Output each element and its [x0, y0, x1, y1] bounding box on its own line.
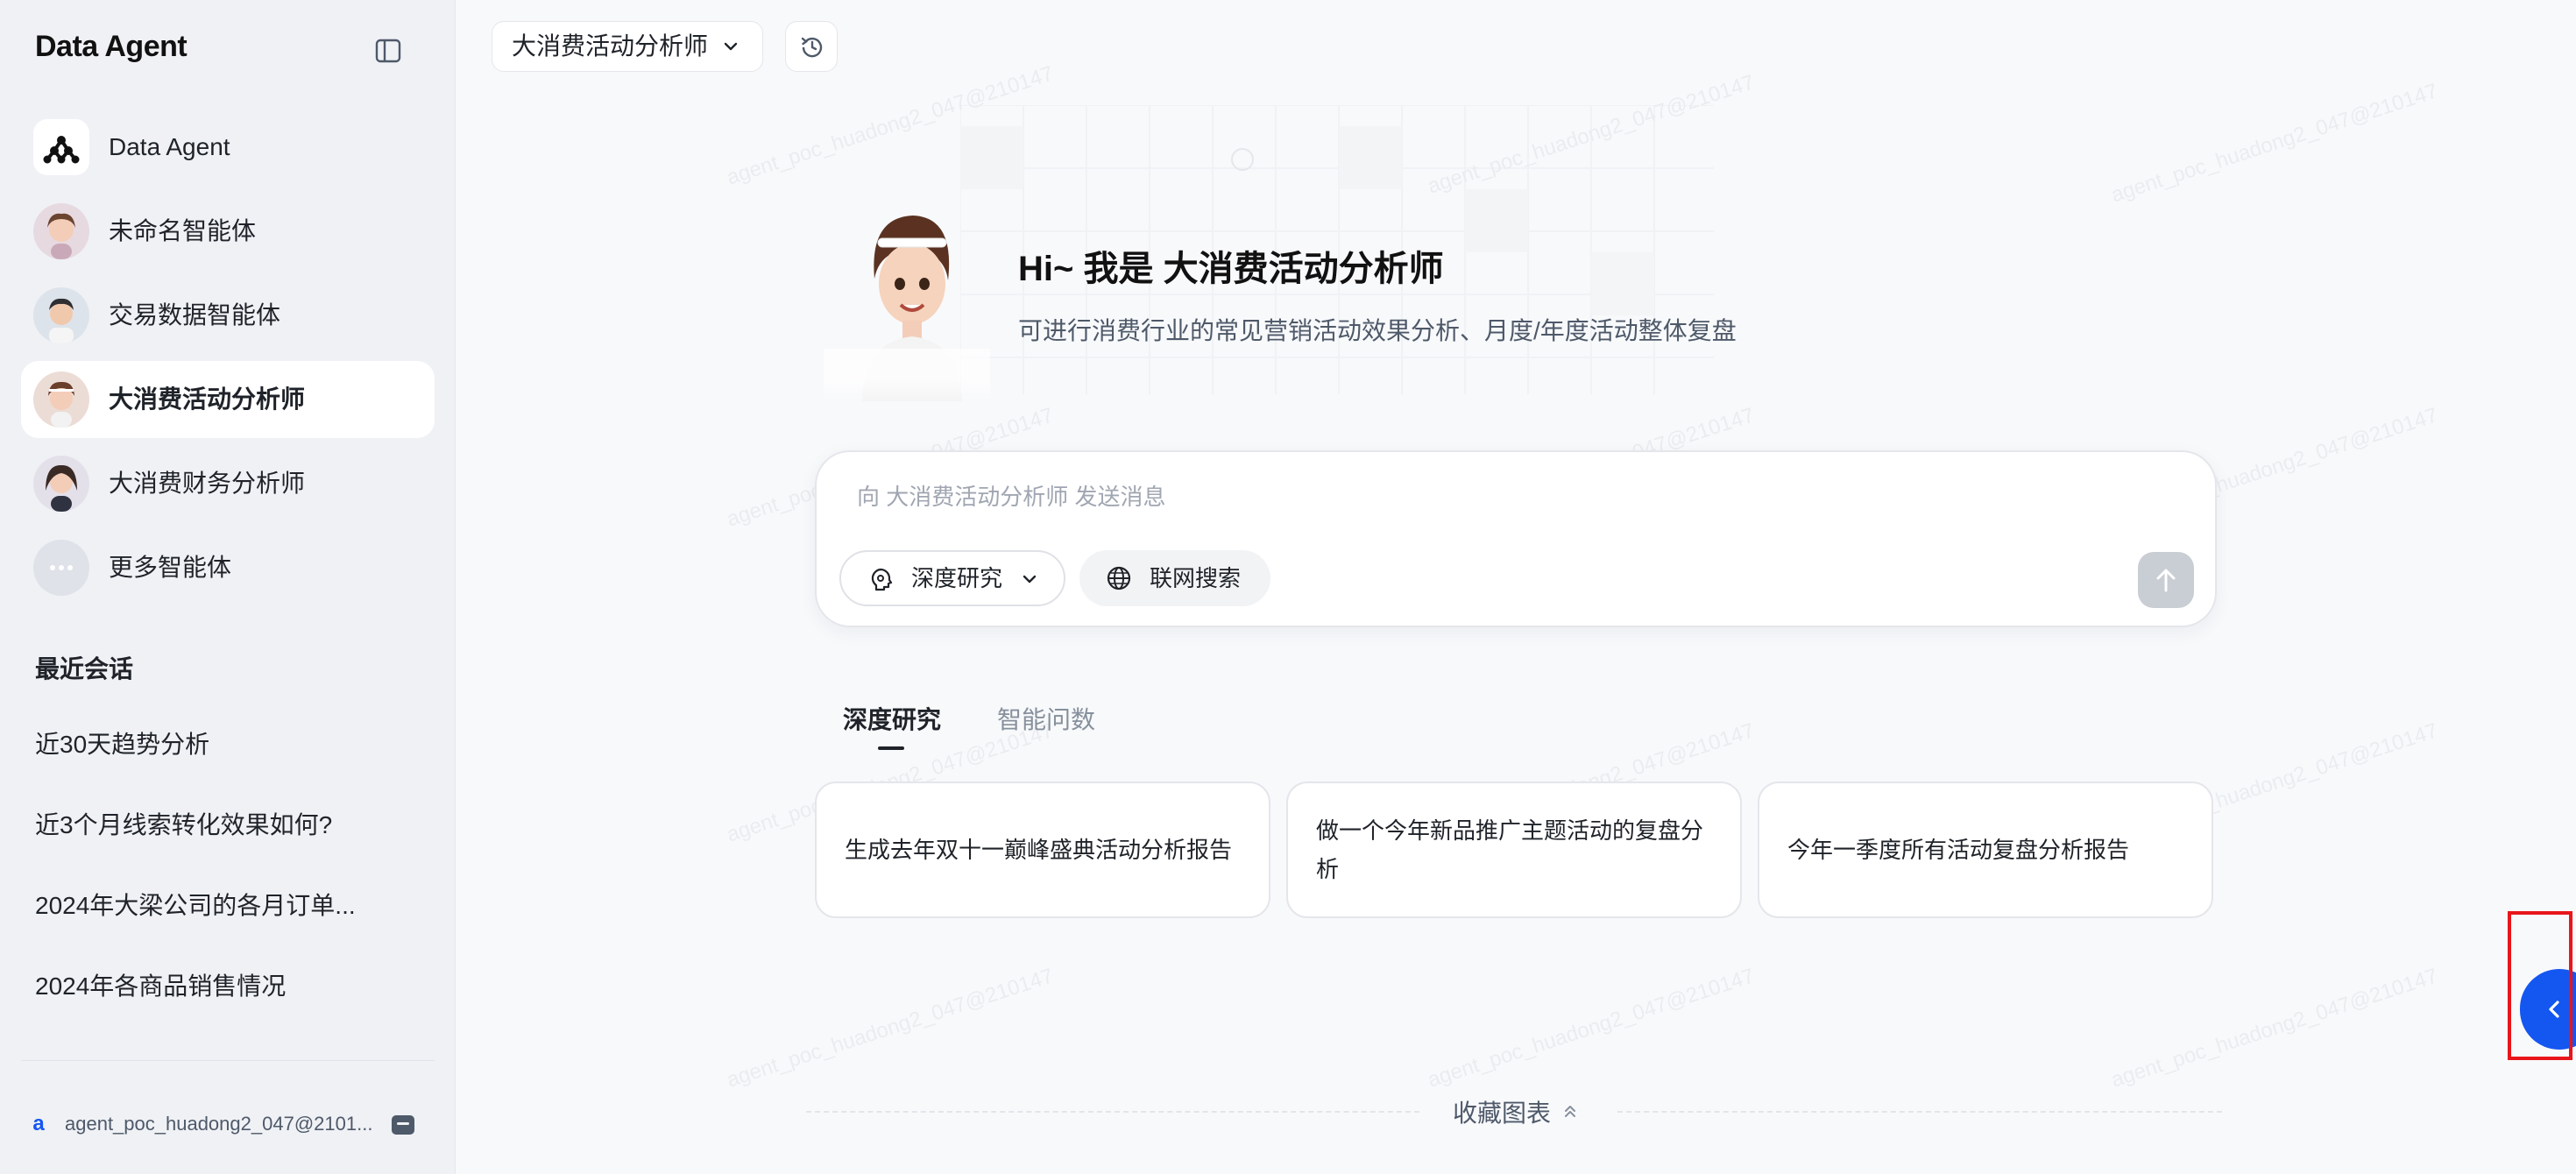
agent-label: Data Agent — [109, 133, 230, 160]
agent-selector-dropdown[interactable]: 大消费活动分析师 — [492, 21, 763, 72]
deep-research-toggle[interactable]: 深度研究 — [839, 550, 1065, 606]
watermark: agent_poc_huadong2_047@210147 — [2108, 79, 2441, 208]
agent-item-data-agent[interactable]: Data Agent — [21, 109, 435, 186]
agent-item-more[interactable]: 更多智能体 — [21, 529, 435, 606]
deep-research-label: 深度研究 — [911, 565, 1003, 591]
history-button[interactable] — [785, 21, 838, 72]
agent-label: 未命名智能体 — [109, 217, 257, 244]
agent-item-consumer-finance[interactable]: 大消费财务分析师 — [21, 445, 435, 522]
agent-item-transaction[interactable]: 交易数据智能体 — [21, 277, 435, 354]
tab-smart-query[interactable]: 智能问数 — [997, 701, 1095, 736]
sidebar-divider — [21, 1060, 435, 1061]
message-input[interactable] — [855, 475, 2085, 519]
hero-description: 可进行消费行业的常见营销活动效果分析、月度/年度活动整体复盘 — [1018, 317, 1737, 344]
suggestion-card[interactable]: 今年一季度所有活动复盘分析报告 — [1758, 781, 2213, 918]
recent-conversation-item[interactable]: 2024年各商品销售情况 — [35, 967, 386, 1002]
chevron-down-icon — [724, 42, 738, 51]
suggestion-text: 生成去年双十一巅峰盛典活动分析报告 — [845, 837, 1233, 863]
recent-conversations-title: 最近会话 — [35, 655, 134, 682]
agent-label: 更多智能体 — [109, 554, 232, 581]
double-chevron-up-icon[interactable] — [1561, 1102, 1579, 1120]
agent-label: 大消费活动分析师 — [109, 385, 306, 413]
suggestion-text: 今年一季度所有活动复盘分析报告 — [1787, 837, 2130, 863]
avatar — [33, 371, 89, 428]
archive-box-icon[interactable] — [389, 1111, 417, 1139]
recent-conversation-item[interactable]: 2024年大梁公司的各月订单... — [35, 887, 386, 922]
suggestion-card[interactable]: 做一个今年新品推广主题活动的复盘分析 — [1286, 781, 1742, 918]
divider — [806, 1111, 1419, 1113]
watermark: agent_poc_huadong2_047@210147 — [724, 964, 1057, 1093]
web-search-toggle[interactable]: 联网搜索 — [1079, 550, 1270, 606]
watermark: agent_poc_huadong2_047@210147 — [2108, 964, 2441, 1093]
agent-label: 交易数据智能体 — [109, 301, 281, 329]
data-agent-logo-icon — [33, 119, 89, 175]
suggestion-text: 做一个今年新品推广主题活动的复盘分析 — [1316, 817, 1704, 882]
recent-conversation-item[interactable]: 近30天趋势分析 — [35, 725, 386, 760]
send-button[interactable] — [2138, 552, 2194, 608]
arrow-up-icon — [2156, 569, 2176, 592]
agent-selector-label: 大消费活动分析师 — [512, 32, 709, 60]
sidebar-toggle-icon[interactable] — [375, 39, 401, 63]
chevron-left-icon — [2549, 1001, 2559, 1018]
agent-item-consumer-activity[interactable]: 大消费活动分析师 — [21, 361, 435, 438]
web-search-label: 联网搜索 — [1150, 565, 1242, 591]
agent-item-unnamed[interactable]: 未命名智能体 — [21, 193, 435, 270]
suggestion-card[interactable]: 生成去年双十一巅峰盛典活动分析报告 — [815, 781, 1270, 918]
user-avatar-badge[interactable]: a — [26, 1111, 51, 1137]
watermark: agent_poc_huadong2_047@210147 — [1425, 964, 1758, 1093]
avatar — [33, 203, 89, 259]
sidebar: Data Agent Data Agent 未命名智能体 交易数据智能体 大消费… — [0, 0, 456, 1174]
avatar — [33, 456, 89, 512]
message-composer: 深度研究 联网搜索 — [815, 450, 2217, 627]
agent-avatar-illustration — [824, 200, 990, 401]
tab-deep-research[interactable]: 深度研究 — [843, 701, 941, 736]
active-tab-indicator — [878, 746, 904, 750]
recent-conversation-item[interactable]: 近3个月线索转化效果如何? — [35, 806, 386, 841]
user-account-name[interactable]: agent_poc_huadong2_047@2101... — [65, 1111, 372, 1137]
hero-title: Hi~ 我是 大消费活动分析师 — [1018, 250, 1444, 288]
brand-logo-text: Data Agent — [35, 30, 188, 63]
more-icon — [33, 540, 89, 596]
agent-label: 大消费财务分析师 — [109, 470, 306, 497]
favorite-charts-toggle[interactable]: 收藏图表 — [1453, 1094, 1551, 1129]
chevron-down-icon — [1023, 575, 1037, 583]
brain-icon — [871, 568, 893, 591]
globe-icon — [1107, 566, 1131, 591]
avatar — [33, 287, 89, 343]
divider — [1617, 1111, 2222, 1113]
history-icon — [801, 37, 823, 58]
